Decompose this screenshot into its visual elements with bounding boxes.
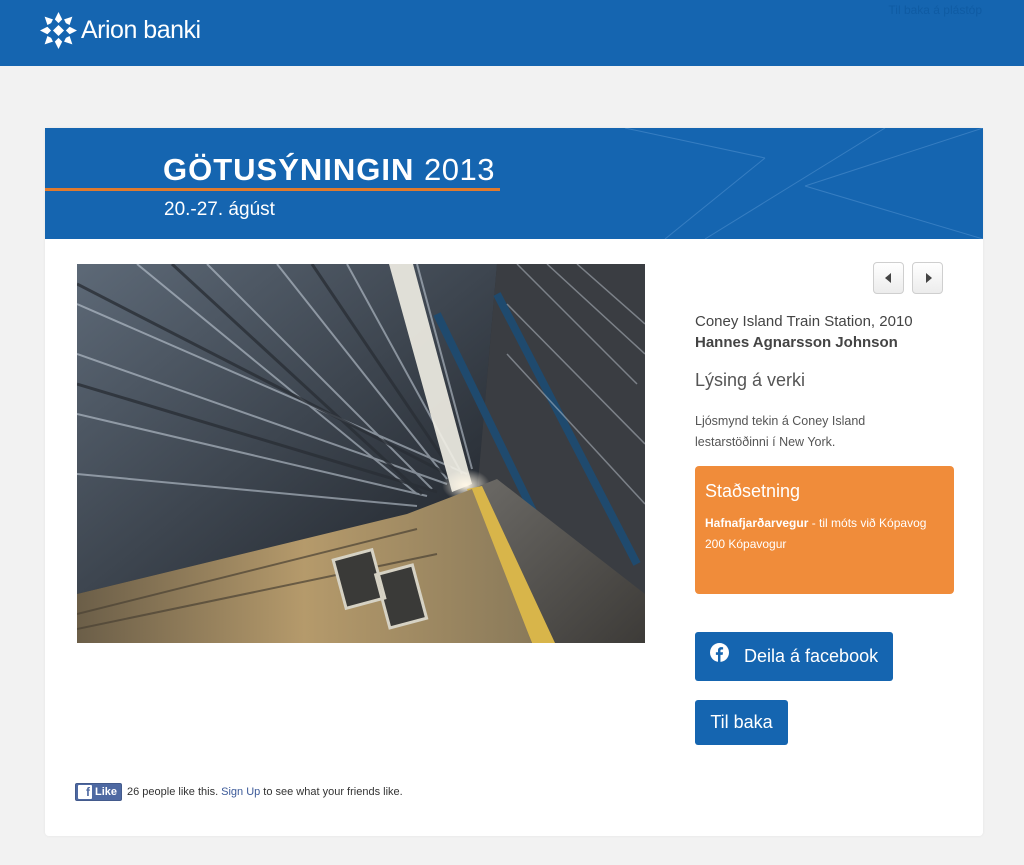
banner-title-year: 2013 [424, 152, 495, 187]
location-street-suffix: - til móts við Kópavog [808, 516, 927, 530]
artwork-title: Coney Island Train Station, 2010 [695, 313, 913, 330]
arion-star-icon [40, 12, 77, 49]
previous-button[interactable] [873, 262, 904, 294]
banner-title: GÖTUSÝNINGIN 2013 [163, 152, 495, 188]
like-label: Like [95, 786, 118, 798]
train-station-illustration [77, 264, 645, 643]
banner-dates: 20.-27. ágúst [164, 199, 275, 220]
location-heading: Staðsetning [705, 481, 801, 501]
arion-logo[interactable]: Arion banki [40, 12, 201, 49]
banner-rule [45, 188, 500, 191]
arrow-left-icon [884, 273, 891, 283]
artwork-artist: Hannes Agnarsson Johnson [695, 334, 898, 351]
content-card: GÖTUSÝNINGIN 2013 20.-27. ágúst Coney Is… [45, 128, 983, 836]
next-button[interactable] [912, 262, 943, 294]
share-facebook-label: Deila á facebook [744, 646, 879, 666]
arrow-right-icon [925, 273, 932, 283]
facebook-icon [710, 643, 729, 662]
event-banner: GÖTUSÝNINGIN 2013 20.-27. ágúst [45, 128, 983, 239]
facebook-f-icon: f [78, 785, 92, 799]
top-bar: Arion banki Til baka á plástóp [0, 0, 1024, 66]
like-count-text: 26 people like this. [127, 786, 219, 798]
description-heading: Lýsing á verki [695, 370, 806, 390]
location-street: Hafnafjarðarvegur [705, 516, 809, 530]
banner-title-name: GÖTUSÝNINGIN [163, 152, 415, 187]
artwork-photo [77, 264, 645, 643]
artwork-description: Ljósmynd tekin á Coney Island lestarstöð… [695, 414, 866, 449]
share-facebook-button[interactable]: Deila á facebook [695, 632, 893, 681]
logo-text: Arion banki [81, 16, 201, 44]
location-box: Staðsetning Hafnafjarðarvegur - til móts… [695, 466, 954, 594]
location-address: Hafnafjarðarvegur - til móts við Kópavog… [705, 513, 945, 555]
back-button[interactable]: Til baka [695, 700, 788, 745]
signup-suffix: to see what your friends like. [263, 786, 403, 798]
location-postal: 200 Kópavogur [705, 537, 787, 551]
facebook-like-button[interactable]: f Like [75, 783, 123, 801]
top-back-link[interactable]: Til baka á plástóp [888, 3, 982, 17]
signup-link[interactable]: Sign Up [221, 786, 260, 798]
facebook-like-row: f Like 26 people like this. Sign Up to s… [75, 783, 403, 801]
